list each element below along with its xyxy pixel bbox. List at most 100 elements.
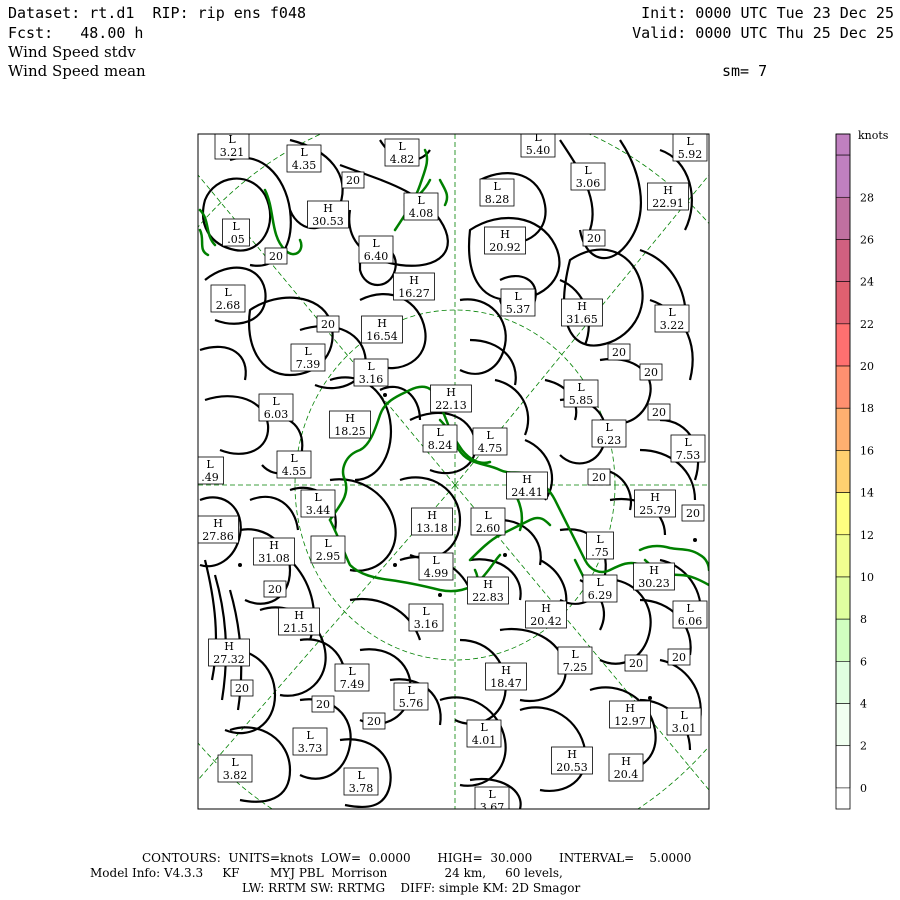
hl-type: H (625, 702, 635, 715)
hl-type: L (407, 684, 415, 697)
hl-type: H (501, 664, 511, 677)
colorbar-swatch (835, 154, 851, 198)
hl-label: L.05 (222, 218, 250, 247)
hl-label: L4.35 (286, 144, 322, 173)
hl-type: L (534, 131, 542, 144)
hl-label: L2.95 (310, 535, 346, 564)
hl-label: L5.37 (500, 288, 536, 317)
hl-value: 4.08 (409, 207, 434, 220)
contour-label: 20 (587, 468, 611, 486)
hl-value: 2.68 (216, 299, 241, 312)
hl-label: L5.76 (393, 682, 429, 711)
hl-type: L (571, 648, 579, 661)
hl-value: 4.82 (390, 153, 415, 166)
contour-label: 20 (582, 229, 606, 247)
hl-type: L (486, 429, 494, 442)
contour-label: 20 (624, 654, 648, 672)
hl-value: 22.13 (435, 399, 467, 412)
hl-type: L (686, 602, 694, 615)
hl-label: H18.47 (485, 662, 527, 691)
hl-value: 3.01 (672, 722, 697, 735)
colorbar-swatch (835, 239, 851, 282)
hl-label: L3.82 (217, 754, 253, 783)
hl-label: L8.28 (479, 178, 515, 207)
hl-value: 5.76 (399, 697, 424, 710)
hl-value: 4.35 (292, 159, 317, 172)
hl-value: 27.32 (213, 653, 245, 666)
hl-value: 16.27 (398, 287, 430, 300)
svg-text:20: 20 (644, 366, 658, 379)
hl-value: 3.67 (480, 801, 505, 814)
hl-value: 3.16 (359, 373, 384, 386)
colorbar-tick: 4 (860, 698, 867, 711)
hl-type: L (367, 360, 375, 373)
hl-type: L (300, 146, 308, 159)
svg-text:20: 20 (652, 406, 666, 419)
hl-type: H (541, 602, 551, 615)
hl-type: L (304, 345, 312, 358)
hl-label: L4.75 (472, 427, 508, 456)
colorbar-tick: 26 (860, 233, 874, 246)
hl-value: 30.53 (312, 215, 344, 228)
svg-text:20: 20 (686, 507, 700, 520)
hl-type: L (357, 769, 365, 782)
hl-value: 16.54 (366, 330, 398, 343)
hl-type: L (314, 491, 322, 504)
hl-type: H (500, 228, 510, 241)
colorbar-tick: 20 (860, 360, 874, 373)
hl-label: L3.01 (666, 707, 702, 736)
hl-label: H21.51 (278, 607, 320, 636)
colorbar-tick: 8 (860, 613, 867, 626)
colorbar-swatch (835, 323, 851, 367)
hl-label: L.75 (586, 531, 614, 560)
hl-label: L8.24 (422, 424, 458, 453)
hl-label: H20.53 (551, 746, 593, 775)
hl-value: 3.73 (298, 742, 323, 755)
hl-label: L2.68 (210, 284, 246, 313)
colorbar-swatch (835, 576, 851, 620)
hl-value: 6.03 (264, 408, 289, 421)
contour-label: 20 (647, 403, 671, 421)
hl-type: L (668, 306, 676, 319)
hl-label: H24.41 (506, 471, 548, 500)
hl-label: H25.79 (634, 489, 676, 518)
hl-value: 5.85 (569, 394, 594, 407)
footer-contours: CONTOURS: UNITS=knots LOW= 0.0000 HIGH= … (142, 851, 692, 865)
hl-value: 3.21 (220, 146, 245, 159)
contour-label: 20 (681, 504, 705, 522)
hl-label: L7.25 (557, 646, 593, 675)
hl-type: H (409, 274, 419, 287)
contour-label: 20 (316, 315, 340, 333)
hl-value: 4.55 (282, 465, 307, 478)
hl-type: L (493, 180, 501, 193)
hl-type: L (605, 421, 613, 434)
hl-value: 13.18 (416, 522, 448, 535)
hl-type: H (294, 609, 304, 622)
hl-label: H27.86 (198, 515, 239, 544)
contour-label: 20 (263, 580, 287, 598)
hl-label: H12.97 (609, 700, 651, 729)
hl-type: L (272, 395, 280, 408)
hl-type: H (577, 300, 587, 313)
footer-physics: LW: RRTM SW: RRTMG DIFF: simple KM: 2D S… (242, 881, 581, 895)
hl-value: 7.25 (563, 661, 588, 674)
colorbar-tick: 22 (860, 318, 874, 331)
hl-value: 7.49 (340, 678, 365, 691)
contour-label: 20 (311, 695, 335, 713)
colorbar-tick: 2 (860, 740, 867, 753)
hl-value: 7.39 (296, 358, 321, 371)
hl-value: 7.53 (676, 449, 701, 462)
hl-type: H (650, 491, 660, 504)
hl-value: 5.92 (678, 148, 703, 161)
hl-value: 20.53 (556, 761, 588, 774)
hl-type: L (224, 286, 232, 299)
hl-value: 4.99 (424, 567, 449, 580)
hl-type: H (663, 184, 673, 197)
colorbar-tick: 14 (860, 487, 874, 500)
hl-value: 24.41 (511, 486, 543, 499)
colorbar-tick: 0 (860, 782, 867, 795)
hl-label: L7.49 (334, 663, 370, 692)
colorbar-tick: 28 (860, 191, 874, 204)
hl-value: 8.24 (428, 439, 453, 452)
svg-text:20: 20 (269, 250, 283, 263)
